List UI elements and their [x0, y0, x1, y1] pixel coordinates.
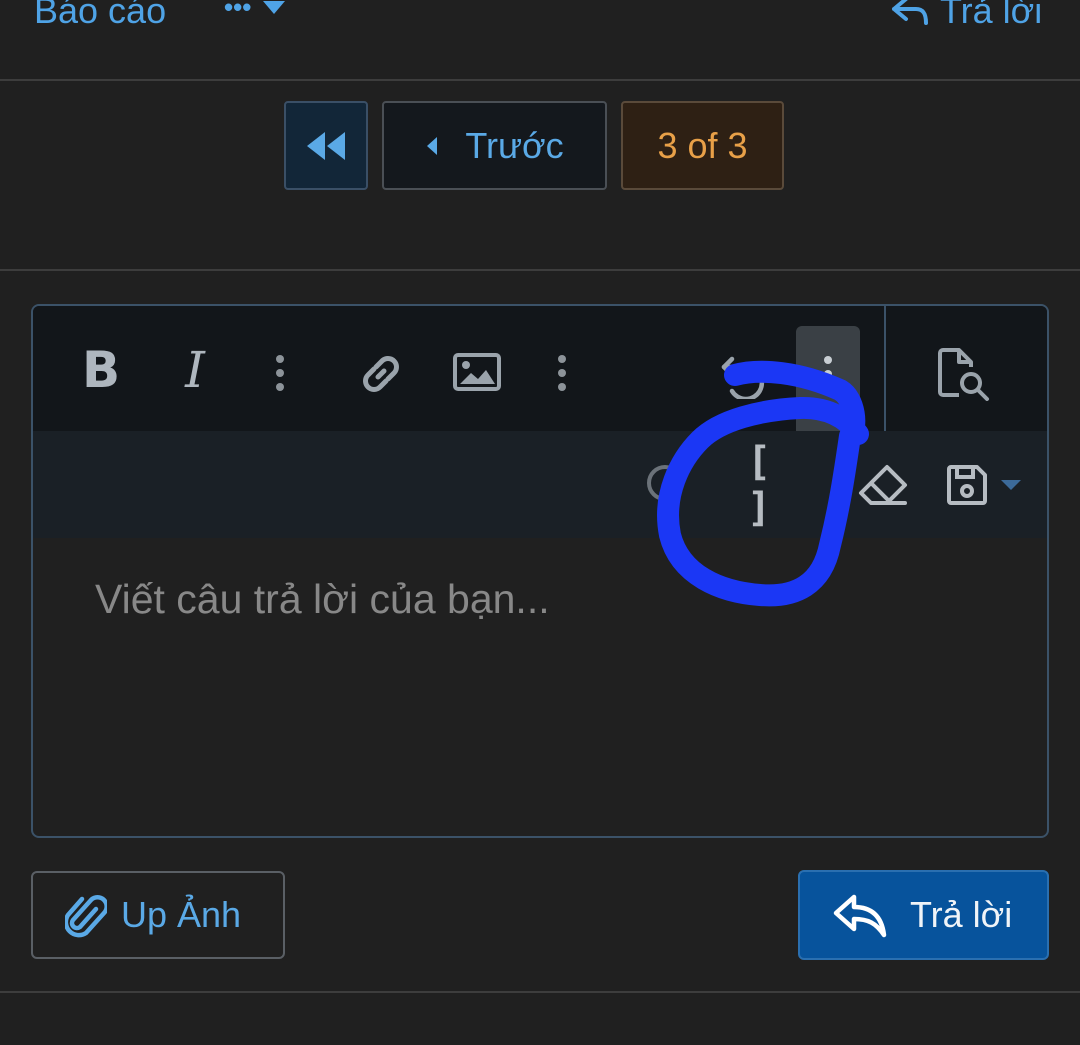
paperclip-icon — [65, 895, 107, 938]
save-draft-button[interactable] — [945, 461, 1035, 509]
reply-editor: B I [] Viết câu trả lời của bạn... — [31, 304, 1049, 838]
chevron-down-icon — [1001, 480, 1021, 490]
previous-label: Trước — [465, 124, 564, 166]
save-icon — [947, 465, 987, 505]
placeholder-text: Viết câu trả lời của bạn... — [95, 576, 550, 622]
clock-icon — [647, 465, 683, 501]
report-link[interactable]: Báo cáo — [34, 0, 166, 29]
editor-toolbar: B I — [33, 306, 1047, 431]
more-dots: ••• — [224, 0, 252, 22]
bold-button[interactable]: B — [79, 341, 123, 399]
more-vertical-icon — [824, 356, 832, 398]
editor-secondary-toolbar: [ ] — [33, 431, 1047, 538]
link-icon — [363, 356, 399, 392]
more-insert-options-button[interactable] — [558, 355, 566, 397]
caret-left-icon — [427, 136, 438, 155]
clear-formatting-button[interactable] — [855, 461, 911, 509]
previous-page-button[interactable]: Trước — [382, 101, 607, 190]
submit-reply-label: Trả lời — [910, 894, 1013, 935]
more-text-options-button[interactable] — [276, 355, 284, 397]
header-reply-label: Trả lời — [940, 0, 1043, 31]
first-page-button[interactable] — [284, 101, 368, 190]
upload-image-label: Up Ảnh — [121, 894, 242, 935]
italic-button[interactable]: I — [173, 341, 217, 399]
upload-image-button[interactable]: Up Ảnh — [31, 871, 285, 959]
toolbar-separator — [884, 306, 886, 431]
eraser-icon — [859, 465, 907, 505]
submit-reply-button[interactable]: Trả lời — [798, 870, 1049, 960]
preview-icon — [938, 348, 989, 401]
divider — [0, 991, 1080, 993]
reply-icon — [892, 0, 928, 25]
bracket-label: [ ] — [747, 439, 772, 531]
reply-icon — [833, 894, 887, 938]
current-page-label: 3 of 3 — [657, 124, 748, 166]
bold-label: B — [81, 341, 121, 399]
undo-button[interactable] — [716, 348, 772, 400]
header-reply-link[interactable]: Trả lời — [890, 0, 1042, 29]
chevron-down-icon — [263, 1, 286, 14]
code-bracket-button[interactable]: [ ] — [747, 439, 807, 531]
undo-icon — [721, 356, 765, 399]
image-icon — [453, 353, 501, 391]
current-page-indicator[interactable]: 3 of 3 — [621, 101, 784, 190]
image-button[interactable] — [451, 350, 503, 394]
preview-button[interactable] — [933, 346, 995, 402]
double-chevron-left-icon — [307, 131, 345, 160]
reply-textarea[interactable]: Viết câu trả lời của bạn... — [95, 576, 550, 623]
more-menu[interactable]: ••• — [224, 0, 287, 20]
partial-hidden-button[interactable] — [645, 463, 685, 503]
italic-label: I — [185, 341, 205, 399]
divider — [0, 269, 1080, 271]
more-options-button[interactable] — [796, 326, 860, 431]
link-button[interactable] — [353, 346, 409, 402]
divider — [0, 79, 1080, 81]
